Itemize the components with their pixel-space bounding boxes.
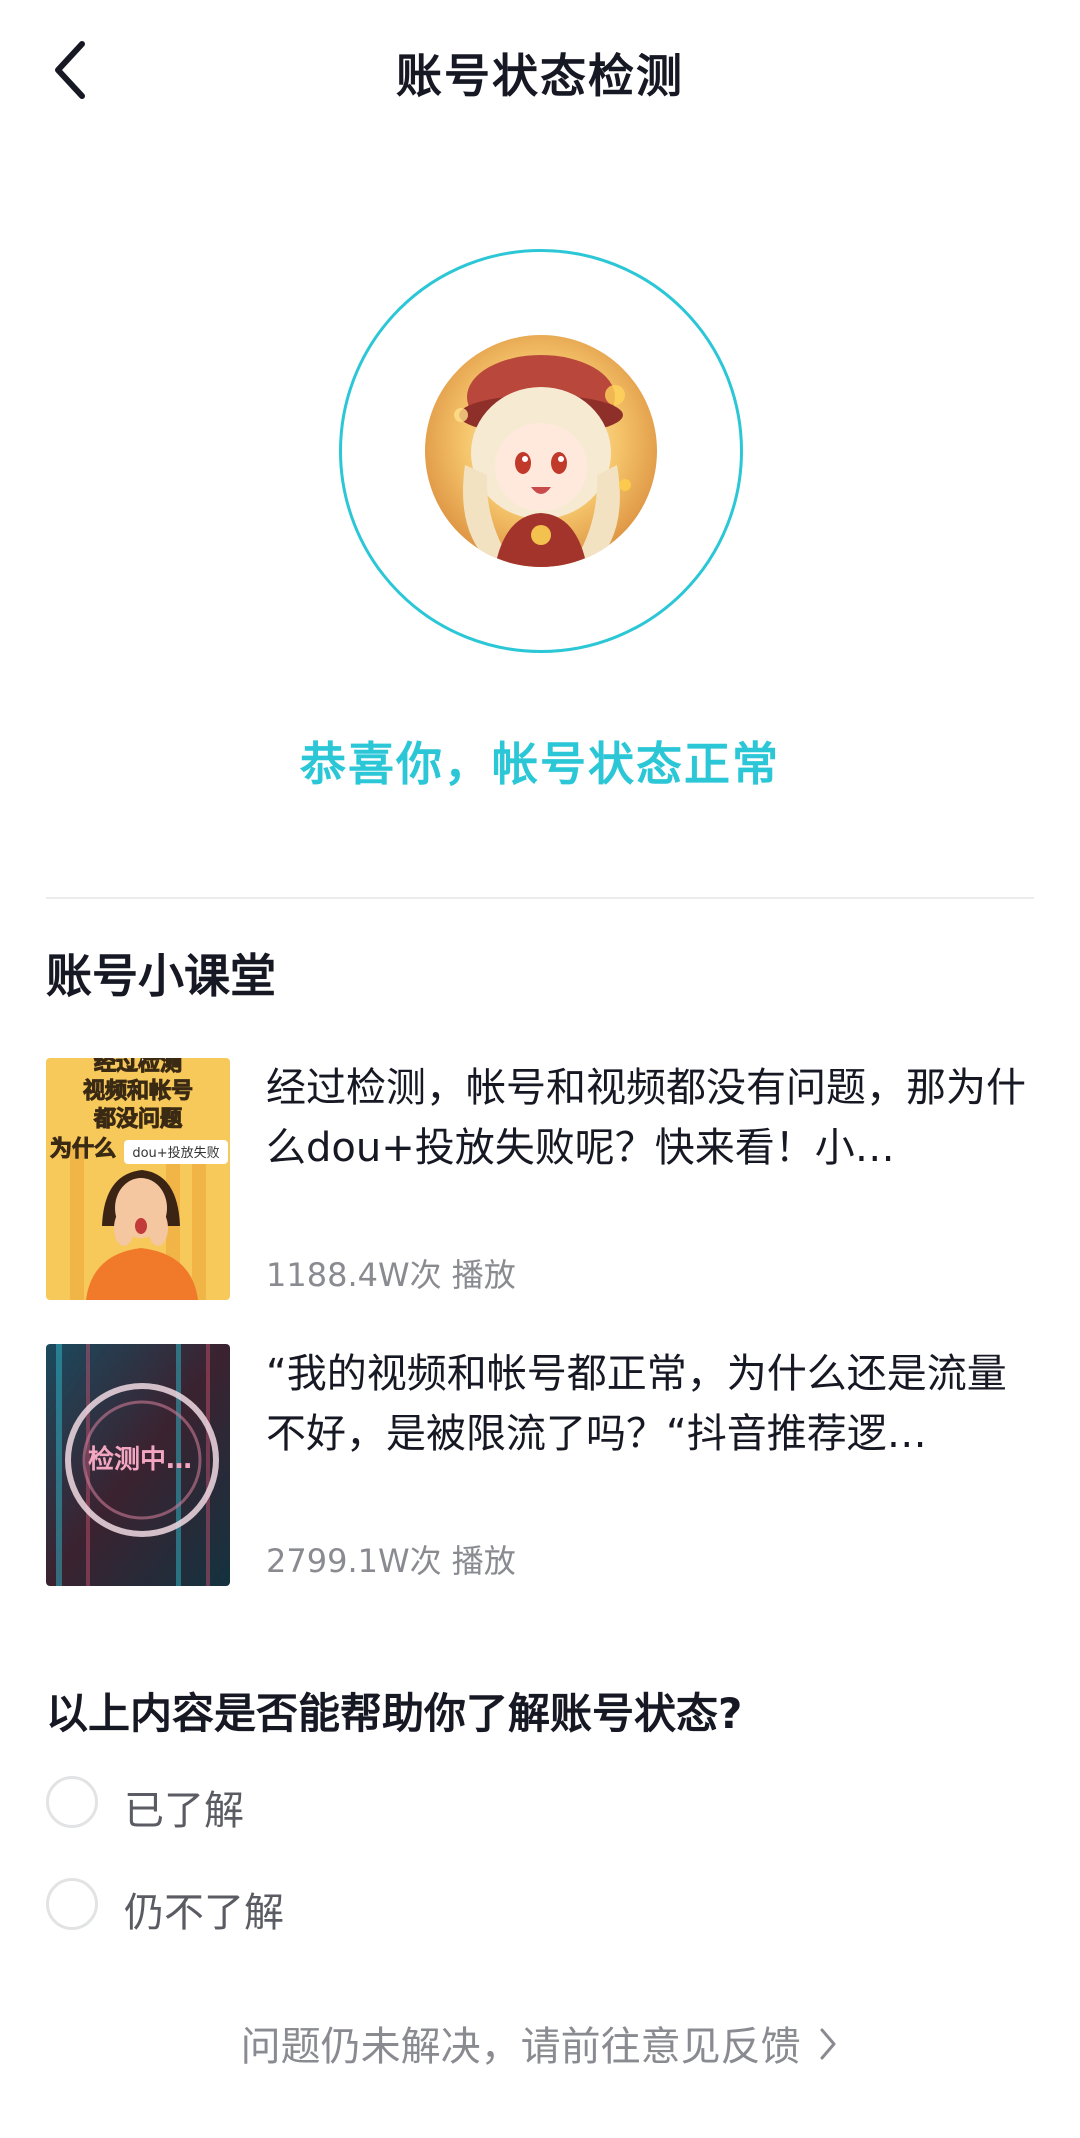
video-item[interactable]: 检测中… “我的视频和帐号都正常，为什么还是流量不好，是被限流了吗？“抖音推荐逻… — [46, 1344, 1036, 1586]
survey-option-not-understood[interactable]: 仍不了解 — [46, 1874, 546, 1936]
survey-question: 以上内容是否能帮助你了解账号状态? — [46, 1689, 743, 1738]
page-title: 账号状态检测 — [396, 49, 684, 103]
thumb-text-5: dou+投放失败 — [132, 1145, 219, 1161]
radio-button[interactable] — [46, 1878, 98, 1930]
feedback-link-text: 问题仍未解决，请前往意见反馈 — [240, 2024, 801, 2070]
thumb-text-2: 视频和帐号 — [83, 1078, 193, 1104]
account-status-page: 账号状态检测 恭喜你，帐号状态正常 账号小课堂 经过检测 视频和帐号 都没问题 … — [0, 0, 1080, 2138]
radio-button[interactable] — [46, 1776, 98, 1828]
thumb-text-1: 检测中… — [88, 1444, 192, 1475]
thumb-text-4: 为什么 — [50, 1137, 116, 1162]
feedback-link[interactable]: 问题仍未解决，请前往意见反馈 — [0, 2014, 1080, 2072]
video-title: 经过检测，帐号和视频都没有问题，那为什么dou+投放失败呢？快来看！小… — [266, 1065, 1026, 1171]
divider — [46, 897, 1034, 899]
video-play-count: 2799.1W次 播放 — [266, 1542, 516, 1580]
video-play-count: 1188.4W次 播放 — [266, 1256, 516, 1294]
chevron-right-icon — [817, 2026, 839, 2072]
avatar-image — [425, 335, 657, 567]
video-title: “我的视频和帐号都正常，为什么还是流量不好，是被限流了吗？“抖音推荐逻… — [266, 1351, 1007, 1457]
video-thumbnail: 检测中… — [46, 1344, 230, 1586]
video-thumbnail: 经过检测 视频和帐号 都没问题 为什么 dou+投放失败 — [46, 1058, 230, 1300]
thumb-text-3: 都没问题 — [93, 1107, 183, 1132]
option-label: 仍不了解 — [124, 1890, 284, 1936]
thumb-text-1: 经过检测 — [94, 1058, 182, 1076]
option-label: 已了解 — [124, 1788, 244, 1834]
nav-header: 账号状态检测 — [0, 0, 1080, 150]
survey-option-understood[interactable]: 已了解 — [46, 1772, 546, 1834]
section-title: 账号小课堂 — [46, 949, 276, 1003]
video-item[interactable]: 经过检测 视频和帐号 都没问题 为什么 dou+投放失败 经过检测，帐号和视频都… — [46, 1058, 1036, 1300]
status-message: 恭喜你，帐号状态正常 — [300, 737, 780, 791]
avatar — [425, 335, 657, 567]
